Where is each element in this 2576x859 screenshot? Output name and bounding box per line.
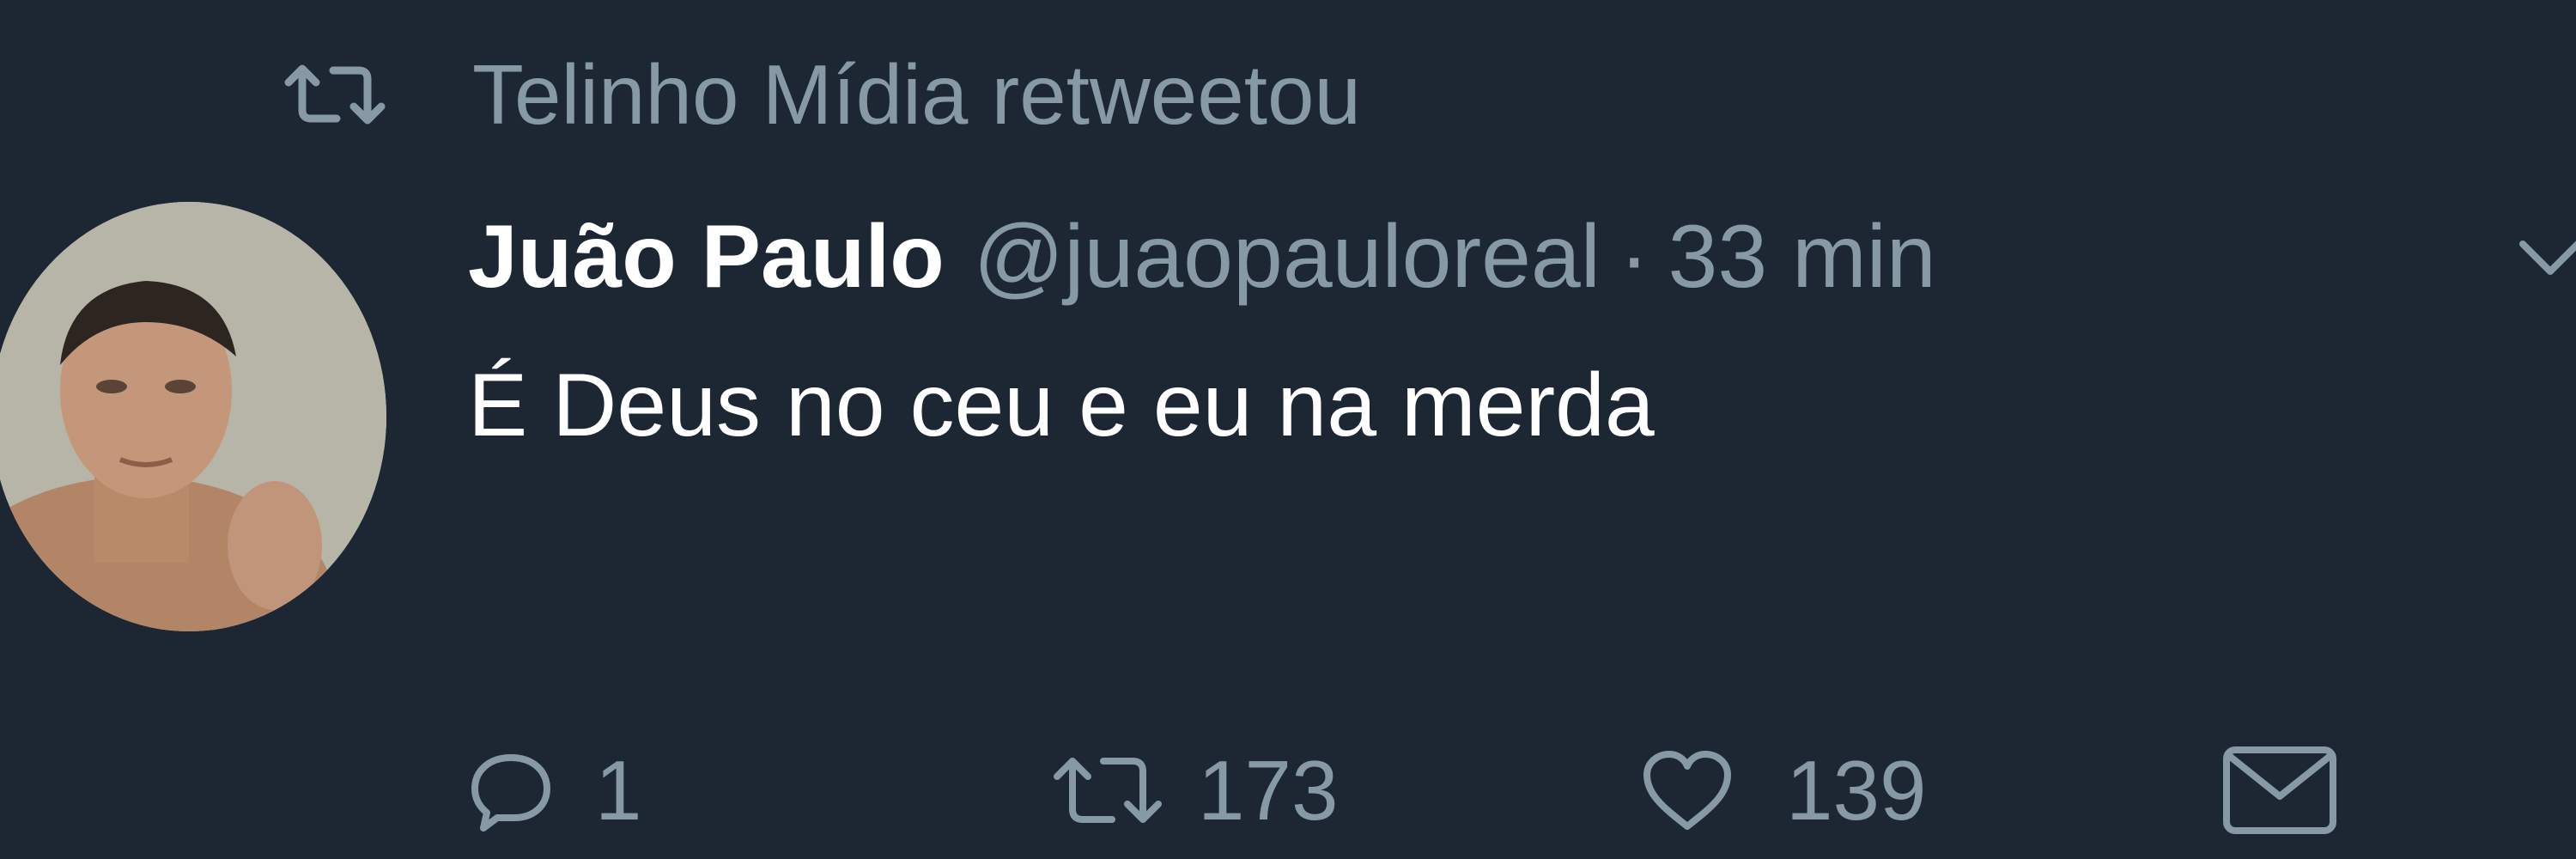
separator: ·	[1619, 207, 1649, 307]
author-handle[interactable]: @juaopauloreal	[974, 206, 1601, 309]
retweet-context[interactable]: Telinho Mídia retweetou	[283, 43, 1361, 146]
retweet-icon	[1052, 747, 1163, 833]
reply-icon	[468, 747, 554, 833]
retweet-icon	[283, 60, 386, 129]
retweet-button[interactable]: 173	[1052, 734, 1339, 846]
envelope-icon	[2220, 743, 2340, 838]
heart-icon	[1640, 747, 1735, 833]
tweet-actions: 1 173 139	[468, 734, 2443, 846]
chevron-down-icon[interactable]	[2516, 232, 2576, 283]
like-button[interactable]: 139	[1640, 734, 1927, 846]
reply-button[interactable]: 1	[468, 734, 642, 846]
tweet-text: É Deus no ceu e eu na merda	[468, 356, 1655, 455]
direct-message-button[interactable]	[2220, 734, 2340, 846]
retweet-context-text: Telinho Mídia retweetou	[472, 47, 1362, 142]
timestamp[interactable]: 33 min	[1668, 206, 1936, 309]
like-count: 139	[1786, 743, 1927, 838]
retweet-count: 173	[1198, 743, 1339, 838]
tweet-card[interactable]: Telinho Mídia retweetou Juão Paulo @juao…	[0, 0, 2576, 859]
author-line: Juão Paulo @juaopauloreal · 33 min	[468, 206, 1936, 309]
author-display-name[interactable]: Juão Paulo	[468, 206, 945, 309]
avatar[interactable]	[0, 202, 386, 631]
reply-count: 1	[595, 743, 642, 838]
